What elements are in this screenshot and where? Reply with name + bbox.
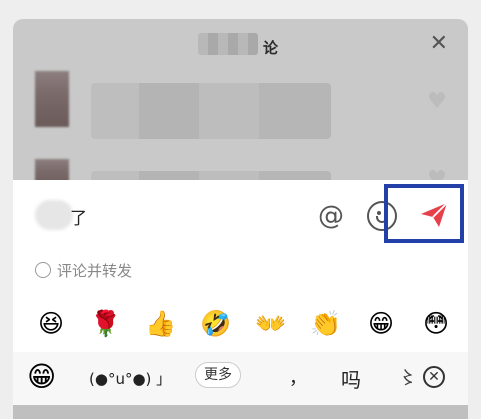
emoji-666[interactable]: 👐 [255,308,287,340]
kaomoji-suggestion[interactable]: (●°u°●)​ 」 [89,368,171,389]
comma-suggestion[interactable]: ， [289,364,307,390]
extra-suggestion[interactable]: 〻 [399,364,417,390]
comment-row [35,71,435,151]
emoji-thumbs-up[interactable]: 👍 [145,308,177,340]
close-icon[interactable]: ✕ [430,33,448,55]
smiley-eye [377,211,381,215]
radio-circle-icon[interactable] [35,262,51,278]
emoji-laugh[interactable]: 😆 [35,308,67,340]
emoji-grin[interactable]: 😁 [365,308,397,340]
at-icon[interactable]: @ [315,200,347,232]
input-row: 了 @ [13,180,468,252]
sheet-title: 论 [262,39,278,57]
emoji-rose[interactable]: 🌹 [90,308,122,340]
delete-icon[interactable]: ✕ [423,366,445,388]
comment-input-panel: 了 @ 评论并转发 😆 🌹 👍 🤣 👐 👏 😁 😳 😁 (●°u°●)​ 」 更… [13,180,468,419]
input-text-blur [35,200,73,230]
emoji-rofl[interactable]: 🤣 [200,308,232,340]
emoji-clap[interactable]: 👏 [310,308,342,340]
bottom-strip [13,405,468,419]
heart-icon[interactable]: ♥ [426,91,448,113]
more-button[interactable]: 更多 [195,362,241,388]
avatar [35,71,69,127]
paper-plane-icon[interactable] [420,202,448,228]
emoji-row: 😆 🌹 👍 🤣 👐 👏 😁 😳 [35,308,455,344]
forward-label: 评论并转发 [57,262,133,280]
emoji-flushed[interactable]: 😳 [420,308,452,340]
emoji-suggestion[interactable]: 😁 [27,360,56,394]
comment-input[interactable]: 了 [70,204,87,229]
ma-suggestion[interactable]: 吗 [341,364,361,393]
comment-text-blur [91,83,331,139]
keyboard-suggestion-bar: 😁 (●°u°●)​ 」 更多 ， 吗 〻 ✕ [13,352,468,405]
